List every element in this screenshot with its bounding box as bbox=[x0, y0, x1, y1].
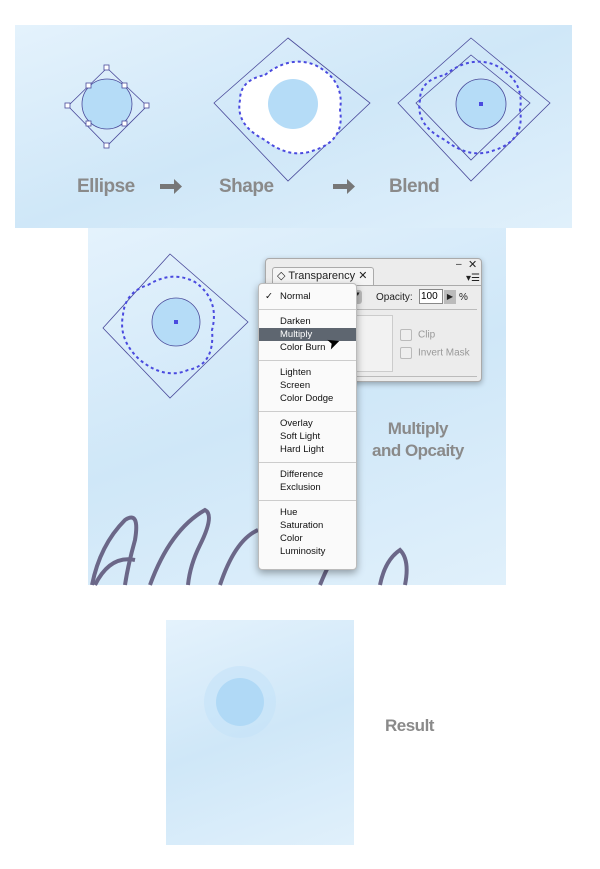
menu-separator bbox=[259, 360, 356, 361]
step-label-ellipse: Ellipse bbox=[77, 176, 135, 197]
result-sun bbox=[204, 666, 276, 738]
menu-item-saturation[interactable]: Saturation bbox=[259, 519, 356, 532]
opacity-label: Opacity: bbox=[376, 292, 413, 303]
clip-label: Clip bbox=[418, 329, 436, 341]
menu-item-darken[interactable]: Darken bbox=[259, 315, 356, 328]
menu-item-color-dodge[interactable]: Color Dodge bbox=[259, 392, 356, 405]
menu-item-hue[interactable]: Hue bbox=[259, 506, 356, 519]
step-label-shape: Shape bbox=[219, 176, 274, 197]
checkmark-icon: ✓ bbox=[265, 291, 273, 302]
menu-item-screen[interactable]: Screen bbox=[259, 379, 356, 392]
opacity-input[interactable] bbox=[419, 289, 443, 304]
result-label: Result bbox=[385, 716, 434, 735]
mask-thumbnail[interactable] bbox=[356, 315, 393, 372]
clip-checkbox[interactable]: Clip bbox=[400, 329, 435, 341]
caption-line-1: Multiply bbox=[387, 419, 449, 438]
caption-line-2: and Opcaity bbox=[372, 441, 464, 460]
menu-item-lighten[interactable]: Lighten bbox=[259, 366, 356, 379]
minimize-icon[interactable]: – bbox=[456, 259, 462, 270]
menu-item-overlay[interactable]: Overlay bbox=[259, 417, 356, 430]
close-panel-icon[interactable]: ✕ bbox=[468, 258, 477, 271]
tab-title: Transparency bbox=[288, 270, 356, 282]
shape-step bbox=[213, 37, 371, 182]
tab-arrows-icon: ◇ bbox=[277, 270, 289, 282]
menu-item-luminosity[interactable]: Luminosity bbox=[259, 545, 356, 558]
menu-item-difference[interactable]: Difference bbox=[259, 468, 356, 481]
blend-object bbox=[102, 253, 249, 399]
invert-mask-label: Invert Mask bbox=[418, 347, 470, 359]
step-label-blend: Blend bbox=[389, 176, 440, 197]
menu-separator bbox=[259, 309, 356, 310]
menu-item-exclusion[interactable]: Exclusion bbox=[259, 481, 356, 494]
caption: Multiply and Opcaity bbox=[372, 418, 464, 462]
menu-separator bbox=[259, 462, 356, 463]
panel-menu-icon[interactable]: ▾☰ bbox=[466, 273, 480, 284]
menu-item-soft-light[interactable]: Soft Light bbox=[259, 430, 356, 443]
menu-separator bbox=[259, 500, 356, 501]
tab-close-icon[interactable]: ✕ bbox=[358, 270, 367, 282]
menu-item-color[interactable]: Color bbox=[259, 532, 356, 545]
percent-label: % bbox=[459, 292, 468, 303]
blend-step bbox=[397, 37, 551, 182]
opacity-arrow-button[interactable]: ▶ bbox=[444, 290, 456, 304]
menu-item-multiply[interactable]: Multiply bbox=[259, 328, 356, 341]
menu-item-hard-light[interactable]: Hard Light bbox=[259, 443, 356, 456]
blend-mode-menu: ✓ Normal Darken Multiply Color Burn Lighten Sc… bbox=[258, 283, 357, 570]
menu-separator bbox=[259, 411, 356, 412]
arrow-icon bbox=[333, 179, 355, 194]
arrow-icon bbox=[160, 179, 182, 194]
menu-item-normal[interactable]: ✓ Normal bbox=[259, 290, 356, 303]
plant-outline bbox=[90, 507, 409, 586]
ellipse-step bbox=[64, 64, 150, 149]
invert-mask-checkbox[interactable]: Invert Mask bbox=[400, 347, 470, 359]
